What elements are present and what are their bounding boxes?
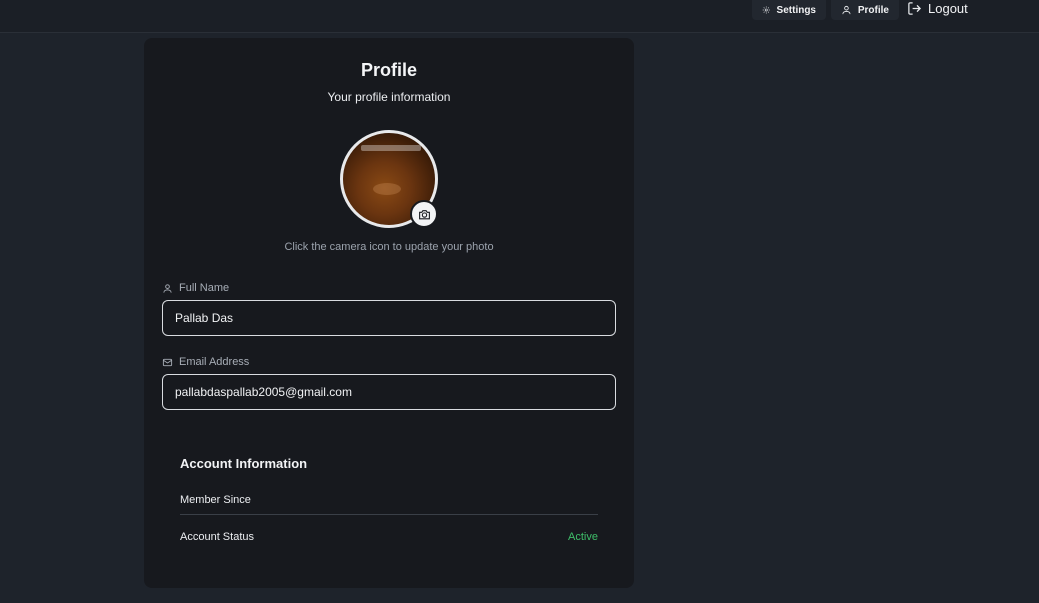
gear-icon	[762, 6, 770, 14]
settings-label: Settings	[776, 4, 816, 16]
photo-hint: Click the camera icon to update your pho…	[284, 241, 494, 253]
camera-button[interactable]	[410, 200, 438, 228]
profile-label: Profile	[857, 4, 889, 16]
avatar-photo-detail	[361, 145, 421, 151]
account-status-label: Account Status	[180, 531, 254, 543]
user-icon	[842, 5, 851, 15]
avatar-photo-detail	[373, 183, 401, 195]
logout-icon	[908, 1, 922, 15]
profile-card: Profile Your profile information Click t…	[144, 38, 634, 588]
status-badge: Active	[568, 531, 598, 543]
page-title: Profile	[360, 60, 417, 80]
account-status-row: Account Status Active	[180, 531, 598, 543]
profile-button[interactable]: Profile	[831, 0, 899, 20]
top-nav-bar: Settings Profile Logout	[0, 0, 1039, 33]
page-subtitle: Your profile information	[327, 90, 451, 104]
mail-icon	[162, 358, 173, 366]
logout-button[interactable]: Logout	[903, 0, 972, 16]
account-info-title: Account Information	[180, 456, 308, 471]
full-name-label: Full Name	[162, 282, 229, 294]
email-label-text: Email Address	[179, 356, 250, 368]
email-label: Email Address	[162, 356, 249, 368]
settings-button[interactable]: Settings	[752, 0, 826, 20]
camera-icon	[418, 209, 430, 219]
full-name-field[interactable]	[162, 300, 616, 336]
logout-label: Logout	[928, 0, 968, 16]
member-since-row: Member Since	[180, 494, 598, 515]
email-field[interactable]	[162, 374, 616, 410]
full-name-label-text: Full Name	[179, 282, 230, 294]
user-icon	[163, 283, 172, 293]
member-since-label: Member Since	[180, 494, 251, 506]
